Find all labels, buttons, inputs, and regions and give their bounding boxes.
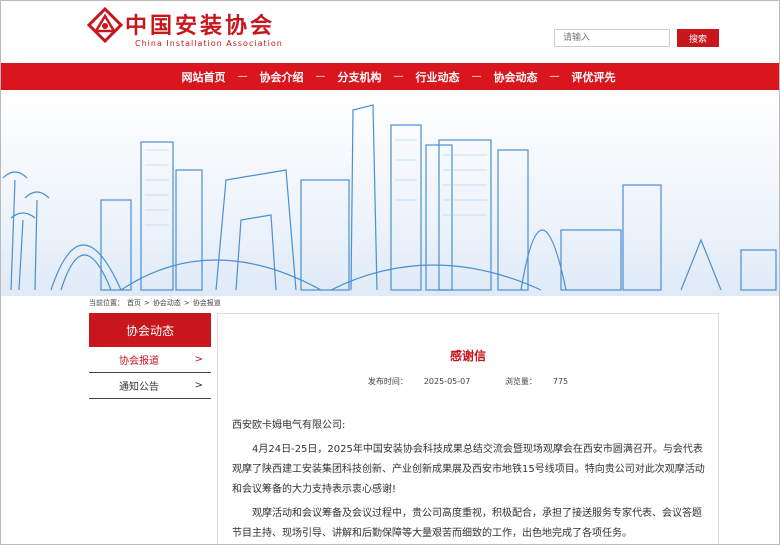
nav-separator: — (237, 71, 248, 82)
article-meta: 发布时间： 2025-05-07 浏览量： 775 (218, 376, 718, 387)
breadcrumb: 当前位置： 首页 > 协会动态 > 协会报道 (89, 298, 224, 308)
article-paragraph: 观摩活动和会议筹备及会议过程中，贵公司高度重视，积极配合，承担了接送服务专家代表… (232, 508, 702, 539)
article-body: 西安欧卡姆电气有限公司: 4月24日-25日，2025年中国安装协会科技成果总结… (232, 416, 710, 544)
nav-about[interactable]: 协会介绍 (260, 69, 304, 85)
chevron-right-icon: > (194, 354, 203, 365)
article-title: 感谢信 (449, 349, 486, 363)
publish-date: 2025-05-07 (423, 377, 471, 386)
sidebar-title: 协会动态 (89, 313, 211, 347)
nav-industry-news[interactable]: 行业动态 (416, 69, 460, 85)
association-emblem-icon (87, 7, 123, 43)
breadcrumb-prefix: 当前位置： (89, 299, 124, 307)
nav-association-news[interactable]: 协会动态 (494, 69, 538, 85)
publish-label: 发布时间： (367, 377, 408, 386)
nav-separator: — (549, 71, 560, 82)
breadcrumb-home[interactable]: 首页 (127, 299, 141, 307)
nav-branches[interactable]: 分支机构 (338, 69, 382, 85)
article-panel: 感谢信 发布时间： 2025-05-07 浏览量： 775 西安欧卡姆电气有限公司:… (217, 313, 719, 544)
views-count: 775 (552, 377, 569, 386)
sidebar: 协会动态 协会报道 > 通知公告 > (89, 313, 211, 399)
sidebar-item-reports[interactable]: 协会报道 > (89, 347, 211, 373)
sidebar-item-label: 协会报道 (119, 356, 159, 367)
breadcrumb-separator: > (183, 299, 190, 307)
nav-awards[interactable]: 评优评先 (572, 69, 616, 85)
breadcrumb-association-news[interactable]: 协会动态 (153, 299, 181, 307)
chevron-right-icon: > (194, 380, 203, 391)
page: 中国安装协会 China Installation Association 搜索… (0, 0, 780, 545)
article-salutation: 西安欧卡姆电气有限公司: (232, 420, 346, 431)
breadcrumb-reports[interactable]: 协会报道 (193, 299, 221, 307)
breadcrumb-separator: > (144, 299, 150, 307)
nav-separator: — (393, 71, 404, 82)
site-logo[interactable]: 中国安装协会 China Installation Association (87, 7, 287, 51)
logo-chinese-name: 中国安装协会 (125, 14, 276, 39)
skyline-banner (1, 90, 779, 296)
views-label: 浏览量： (504, 377, 537, 386)
sidebar-item-notices[interactable]: 通知公告 > (89, 373, 211, 399)
logo-english-name: China Installation Association (135, 39, 283, 48)
header: 中国安装协会 China Installation Association 搜索 (1, 1, 779, 63)
main-nav: 网站首页 — 协会介绍 — 分支机构 — 行业动态 — 协会动态 — 评优评先 (1, 63, 779, 90)
sidebar-item-label: 通知公告 (119, 382, 159, 393)
nav-separator: — (315, 71, 326, 82)
search-button[interactable]: 搜索 (677, 29, 719, 47)
nav-separator: — (471, 71, 482, 82)
city-skyline-illustration (2, 104, 777, 291)
search-input[interactable] (554, 29, 670, 47)
nav-home[interactable]: 网站首页 (182, 69, 226, 85)
article-paragraph: 4月24日-25日，2025年中国安装协会科技成果总结交流会暨现场观摩会在西安市… (232, 444, 705, 495)
